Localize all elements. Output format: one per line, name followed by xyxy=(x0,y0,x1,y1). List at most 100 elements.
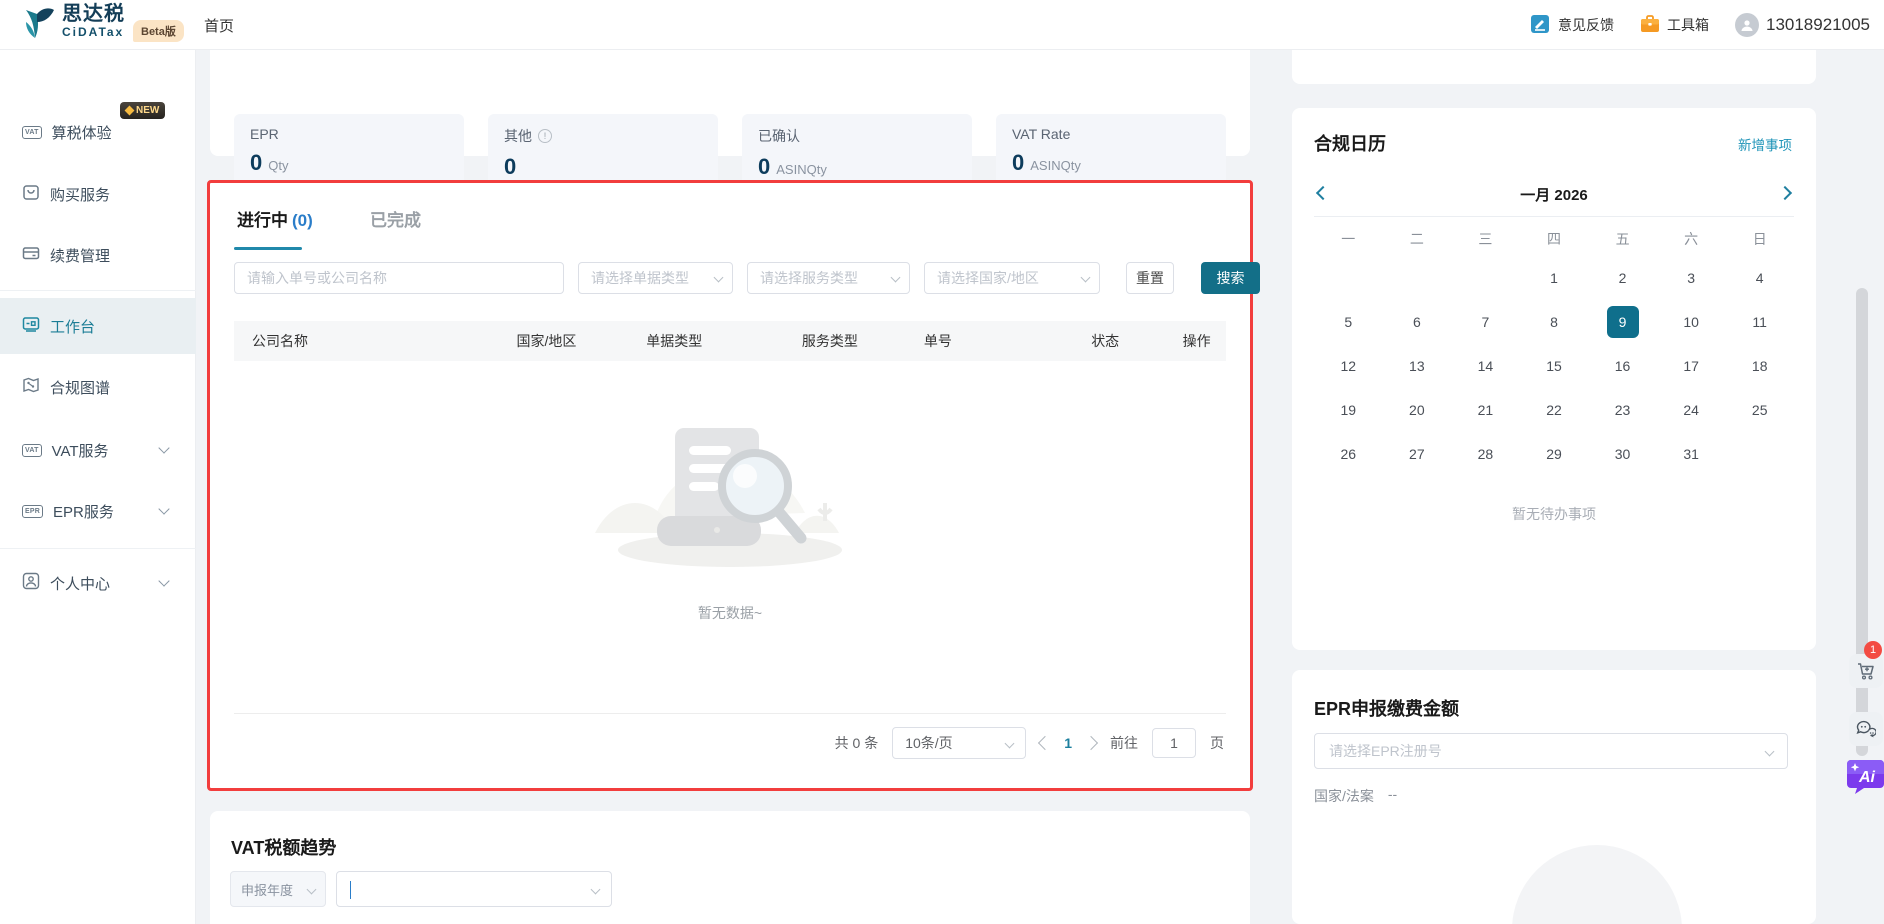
calendar-month: 一月 2026 xyxy=(1314,184,1794,205)
calendar-day[interactable]: 31 xyxy=(1657,432,1726,476)
calendar-day[interactable]: 29 xyxy=(1520,432,1589,476)
sidebar-item-renewal[interactable]: 续费管理 xyxy=(0,235,196,275)
ai-assistant-button[interactable]: Ai xyxy=(1847,757,1884,795)
feedback-button[interactable]: 意见反馈 xyxy=(1531,14,1614,37)
calendar-day[interactable]: 17 xyxy=(1657,344,1726,388)
empty-state: 暂无数据~ xyxy=(210,398,1250,623)
calendar-day[interactable]: 8 xyxy=(1520,300,1589,344)
calendar-day[interactable]: 12 xyxy=(1314,344,1383,388)
sidebar-item-compliance-map[interactable]: 合规图谱 xyxy=(0,367,196,407)
vat-number-select[interactable] xyxy=(336,871,612,907)
doc-type-select[interactable]: 请选择单据类型 xyxy=(578,262,733,294)
calendar-day[interactable]: 27 xyxy=(1383,432,1452,476)
country-law-label: 国家/法案 xyxy=(1314,786,1374,806)
tab-underline xyxy=(234,247,302,250)
page-size-select[interactable]: 10条/页 xyxy=(892,727,1026,759)
pagination: 共 0 条 10条/页 1 前往 1 页 xyxy=(835,727,1224,759)
info-icon[interactable]: ! xyxy=(538,129,552,143)
reset-button[interactable]: 重置 xyxy=(1126,262,1174,294)
sidebar-item-label: 合规图谱 xyxy=(50,377,110,398)
epr-registration-select[interactable]: 请选择EPR注册号 xyxy=(1314,733,1788,769)
tab-completed[interactable]: 已完成 xyxy=(370,206,421,231)
current-page[interactable]: 1 xyxy=(1064,735,1072,751)
calendar-day[interactable]: 15 xyxy=(1520,344,1589,388)
calendar-day[interactable]: 10 xyxy=(1657,300,1726,344)
add-event-link[interactable]: 新增事项 xyxy=(1738,134,1792,154)
calendar-day[interactable]: 18 xyxy=(1725,344,1794,388)
sidebar-item-buy-services[interactable]: 购买服务 xyxy=(0,174,196,214)
logo-text: 思达税 CiDATax xyxy=(62,4,125,38)
chevron-down-icon xyxy=(1081,273,1091,283)
weekday-label: 五 xyxy=(1588,226,1657,252)
calendar-day[interactable]: 5 xyxy=(1314,300,1383,344)
service-type-select[interactable]: 请选择服务类型 xyxy=(747,262,910,294)
sidebar-item-tax-trial[interactable]: VAT 算税体验 NEW xyxy=(0,112,196,152)
calendar-day[interactable]: 9 xyxy=(1588,300,1657,344)
calendar-day[interactable]: 26 xyxy=(1314,432,1383,476)
stat-value: 0 xyxy=(758,154,770,180)
chevron-down-icon xyxy=(714,273,724,283)
calendar-day[interactable]: 14 xyxy=(1451,344,1520,388)
calendar-day[interactable]: 13 xyxy=(1383,344,1452,388)
calendar-day[interactable]: 30 xyxy=(1588,432,1657,476)
sidebar-item-label: 购买服务 xyxy=(50,184,110,205)
epr-tag-icon: EPR xyxy=(22,505,43,518)
stat-unit: ASINQty xyxy=(1030,158,1081,173)
calendar-day[interactable]: 21 xyxy=(1451,388,1520,432)
sidebar-item-workbench[interactable]: 工作台 xyxy=(0,298,196,354)
stats-card: EPR 0Qty 其他! 0 已确认 0ASINQty VAT Rate 0AS… xyxy=(210,50,1250,156)
calendar-day[interactable]: 24 xyxy=(1657,388,1726,432)
stat-vat-rate: VAT Rate 0ASINQty xyxy=(996,114,1226,188)
calendar-day[interactable]: 19 xyxy=(1314,388,1383,432)
country-select[interactable]: 请选择国家/地区 xyxy=(924,262,1100,294)
pagination-total: 共 0 条 xyxy=(835,733,879,753)
calendar-day[interactable]: 20 xyxy=(1383,388,1452,432)
chat-button[interactable] xyxy=(1849,712,1883,746)
report-year-select[interactable]: 申报年度 xyxy=(230,871,326,907)
calendar-day[interactable]: 11 xyxy=(1725,300,1794,344)
feedback-icon xyxy=(1531,14,1551,37)
calendar-day[interactable]: 25 xyxy=(1725,388,1794,432)
text-cursor xyxy=(350,881,351,899)
calendar-day[interactable]: 4 xyxy=(1725,256,1794,300)
calendar-day[interactable]: 3 xyxy=(1657,256,1726,300)
feedback-label: 意见反馈 xyxy=(1558,15,1614,35)
next-page-button[interactable] xyxy=(1084,736,1098,750)
sidebar-item-vat-services[interactable]: VAT VAT服务 xyxy=(0,430,196,470)
goto-page-input[interactable]: 1 xyxy=(1152,728,1196,758)
cart-icon xyxy=(1856,661,1876,681)
calendar-day[interactable]: 2 xyxy=(1588,256,1657,300)
stat-label: 其他 xyxy=(504,126,532,146)
search-button[interactable]: 搜索 xyxy=(1201,262,1260,294)
account-menu[interactable]: 13018921005 xyxy=(1735,13,1870,37)
calendar-day[interactable]: 1 xyxy=(1520,256,1589,300)
calendar-day[interactable]: 28 xyxy=(1451,432,1520,476)
calendar-day[interactable]: 23 xyxy=(1588,388,1657,432)
nav-home[interactable]: 首页 xyxy=(204,15,234,36)
col-service-type: 服务类型 xyxy=(784,331,906,351)
sidebar-item-label: VAT服务 xyxy=(52,440,109,461)
col-order-no: 单号 xyxy=(906,331,1073,351)
account-label: 13018921005 xyxy=(1766,15,1870,35)
sidebar-item-epr-services[interactable]: EPR EPR服务 xyxy=(0,491,196,531)
vat-tag-icon: VAT xyxy=(22,444,42,457)
sidebar-item-label: EPR服务 xyxy=(53,501,114,522)
stat-confirmed: 已确认 0ASINQty xyxy=(742,114,972,188)
prev-page-button[interactable] xyxy=(1038,736,1052,750)
cart-button[interactable] xyxy=(1849,654,1883,688)
calendar-day[interactable]: 16 xyxy=(1588,344,1657,388)
app-logo[interactable]: 思达税 CiDATax Beta版 xyxy=(22,4,184,49)
tab-in-progress[interactable]: 进行中(0) xyxy=(237,206,313,231)
avatar-icon xyxy=(1735,13,1759,37)
calendar-day[interactable]: 6 xyxy=(1383,300,1452,344)
stat-unit: Qty xyxy=(268,158,288,173)
toolbox-button[interactable]: 工具箱 xyxy=(1640,15,1709,36)
calendar-day[interactable]: 22 xyxy=(1520,388,1589,432)
calendar-day[interactable]: 7 xyxy=(1451,300,1520,344)
chevron-down-icon xyxy=(158,575,169,586)
sidebar-item-personal-center[interactable]: 个人中心 xyxy=(0,563,196,603)
order-search-input[interactable]: 请输入单号或公司名称 xyxy=(234,262,564,294)
epr-title: EPR申报缴费金额 xyxy=(1314,695,1459,721)
chevron-down-icon xyxy=(891,273,901,283)
workbench-icon xyxy=(22,315,40,337)
